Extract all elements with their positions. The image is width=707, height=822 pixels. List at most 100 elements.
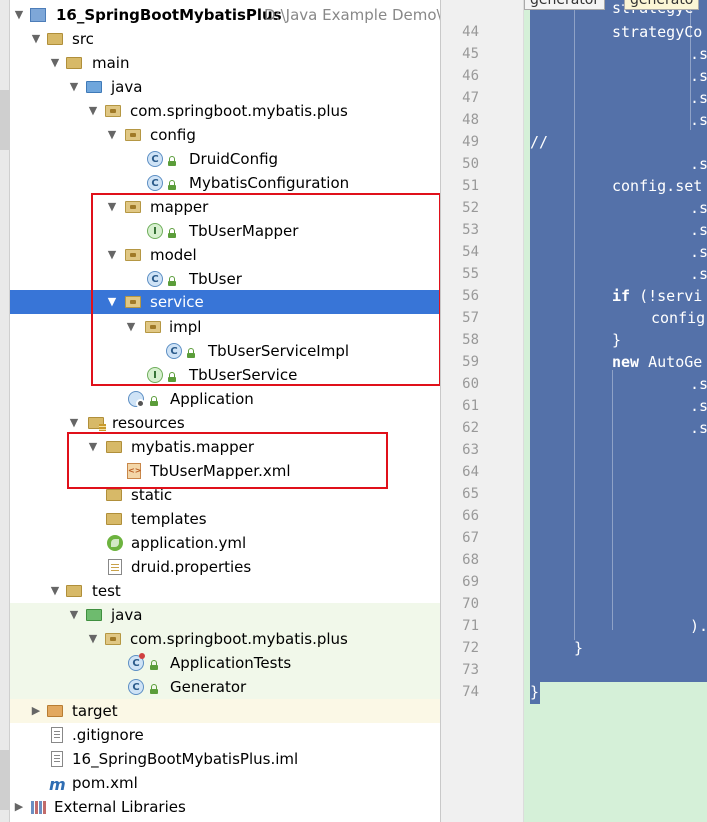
tree-label: Application xyxy=(170,390,254,408)
tree-row-tbusermapper[interactable]: I TbUserMapper xyxy=(10,219,440,243)
chevron-down-icon[interactable]: ▼ xyxy=(12,3,26,27)
tree-label: impl xyxy=(169,318,202,336)
tree-row-config[interactable]: ▼ config xyxy=(10,123,440,147)
tree-label: MybatisConfiguration xyxy=(189,174,350,192)
tree-row-applicationyml[interactable]: application.yml xyxy=(10,531,440,555)
project-folder-icon xyxy=(30,8,46,22)
package-icon xyxy=(105,633,121,645)
tree-row-test-java[interactable]: ▼ java xyxy=(10,603,440,627)
tree-row-mybatisconfig[interactable]: C MybatisConfiguration xyxy=(10,171,440,195)
tree-row-mapper[interactable]: ▼ mapper xyxy=(10,195,440,219)
tree-row-druidprops[interactable]: druid.properties xyxy=(10,555,440,579)
line-number: 57 xyxy=(462,310,479,326)
tree-row-test[interactable]: ▼ test xyxy=(10,579,440,603)
code-editor[interactable]: strategyCstrategyCo.s.s.s.s//.sconfig.se… xyxy=(524,0,707,822)
chevron-down-icon[interactable]: ▼ xyxy=(67,75,81,99)
chevron-right-icon[interactable]: ▶ xyxy=(12,795,26,819)
line-number: 47 xyxy=(462,90,479,106)
chevron-down-icon[interactable]: ▼ xyxy=(48,579,62,603)
folder-icon xyxy=(106,441,122,453)
chevron-right-icon[interactable]: ▶ xyxy=(29,699,43,723)
chevron-down-icon[interactable]: ▼ xyxy=(105,290,119,314)
tab-generator[interactable]: generator xyxy=(524,0,606,10)
indent-guide xyxy=(574,0,575,640)
tree-row-service[interactable]: ▼ service xyxy=(10,290,440,314)
chevron-down-icon[interactable]: ▼ xyxy=(67,411,81,435)
chevron-down-icon[interactable]: ▼ xyxy=(124,315,138,339)
properties-file-icon xyxy=(108,559,122,575)
tree-row-model[interactable]: ▼ model xyxy=(10,243,440,267)
code-line: .s xyxy=(690,89,707,107)
tree-label: ApplicationTests xyxy=(170,654,292,672)
tree-row-impl[interactable]: ▼ impl xyxy=(10,315,440,339)
test-run-icon xyxy=(139,653,145,659)
code-line: .s xyxy=(690,265,707,283)
tree-row-templates[interactable]: templates xyxy=(10,507,440,531)
line-number: 71 xyxy=(462,618,479,634)
tree-row-static[interactable]: static xyxy=(10,483,440,507)
line-number: 68 xyxy=(462,552,479,568)
code-line: .s xyxy=(690,45,707,63)
tree-row-package[interactable]: ▼ com.springboot.mybatis.plus xyxy=(10,99,440,123)
tree-label: Generator xyxy=(170,678,247,696)
folder-icon xyxy=(106,513,122,525)
spring-boot-app-icon xyxy=(128,391,145,408)
tree-row-mybatismapper[interactable]: ▼ mybatis.mapper xyxy=(10,435,440,459)
chevron-down-icon[interactable]: ▼ xyxy=(67,603,81,627)
class-icon: C xyxy=(128,679,144,695)
tree-label: test xyxy=(92,582,121,600)
tree-label: mybatis.mapper xyxy=(131,438,255,456)
line-number: 67 xyxy=(462,530,479,546)
tree-row-application[interactable]: Application xyxy=(10,387,440,411)
line-number: 49 xyxy=(462,134,479,150)
line-number-gutter: 44 45 46 47 48 49 50 51 52 53 54 55 56 57 58 59 60 61 62 63… xyxy=(453,0,524,822)
tool-strip-tab[interactable] xyxy=(0,750,9,810)
tree-row-java[interactable]: ▼ java xyxy=(10,75,440,99)
line-number: 65 xyxy=(462,486,479,502)
tree-row-tbuserserviceimpl[interactable]: C TbUserServiceImpl xyxy=(10,339,440,363)
package-icon xyxy=(145,321,161,333)
chevron-down-icon[interactable]: ▼ xyxy=(105,243,119,267)
tree-label: TbUserMapper xyxy=(189,222,299,240)
chevron-down-icon[interactable]: ▼ xyxy=(105,123,119,147)
spring-yml-icon xyxy=(107,535,123,551)
tree-label: config xyxy=(150,126,196,144)
tree-row-pom[interactable]: m pom.xml xyxy=(10,771,440,795)
tree-row-tbusermapperxml[interactable]: <> TbUserMapper.xml xyxy=(10,459,440,483)
tool-strip-tab[interactable] xyxy=(0,90,9,150)
code-line: if (!servi xyxy=(612,287,703,305)
xml-file-icon: <> xyxy=(127,463,141,479)
text-file-icon xyxy=(51,727,63,743)
tree-row-src[interactable]: ▼ src xyxy=(10,27,440,51)
chevron-down-icon[interactable]: ▼ xyxy=(105,195,119,219)
tree-label: templates xyxy=(131,510,207,528)
lock-icon xyxy=(168,180,176,190)
tree-row-resources[interactable]: ▼ resources xyxy=(10,411,440,435)
lock-icon xyxy=(187,348,195,358)
source-folder-icon xyxy=(86,81,102,93)
tree-row-main[interactable]: ▼ main xyxy=(10,51,440,75)
class-icon: C xyxy=(147,271,163,287)
folder-icon xyxy=(106,489,122,501)
tree-row-test-package[interactable]: ▼ com.springboot.mybatis.plus xyxy=(10,627,440,651)
excluded-folder-icon xyxy=(47,705,63,717)
tree-row-tbuser[interactable]: C TbUser xyxy=(10,267,440,291)
chevron-down-icon[interactable]: ▼ xyxy=(86,435,100,459)
tree-row-generator[interactable]: C Generator xyxy=(10,675,440,699)
line-number: 63 xyxy=(462,442,479,458)
chevron-down-icon[interactable]: ▼ xyxy=(29,27,43,51)
tree-row-druidconfig[interactable]: C DruidConfig xyxy=(10,147,440,171)
tree-row-gitignore[interactable]: .gitignore xyxy=(10,723,440,747)
chevron-down-icon[interactable]: ▼ xyxy=(86,627,100,651)
chevron-down-icon[interactable]: ▼ xyxy=(86,99,100,123)
tree-row-target[interactable]: ▶ target xyxy=(10,699,440,723)
tree-row-project[interactable]: ▼ 16_SpringBootMybatisPlus D:\Java Exampl… xyxy=(10,3,440,27)
tree-row-applicationtests[interactable]: C ApplicationTests xyxy=(10,651,440,675)
tab-generator-active[interactable]: generato xyxy=(624,0,700,10)
tree-row-tbuserservice[interactable]: I TbUserService xyxy=(10,363,440,387)
line-number: 51 xyxy=(462,178,479,194)
project-tree[interactable]: ▼ 16_SpringBootMybatisPlus D:\Java Exampl… xyxy=(10,0,440,822)
chevron-down-icon[interactable]: ▼ xyxy=(48,51,62,75)
tree-row-external-libraries[interactable]: ▶ External Libraries xyxy=(10,795,440,819)
tree-row-iml[interactable]: 16_SpringBootMybatisPlus.iml xyxy=(10,747,440,771)
